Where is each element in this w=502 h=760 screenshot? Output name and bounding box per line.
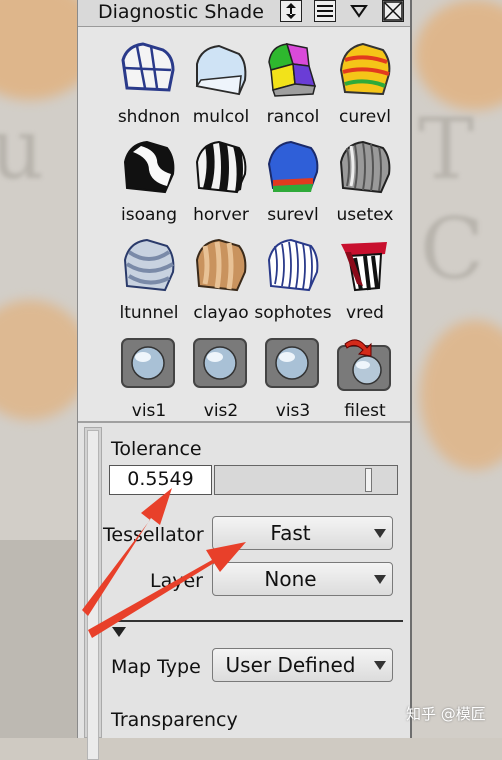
map-type-label: Map Type bbox=[111, 656, 201, 678]
slider-knob[interactable] bbox=[365, 468, 372, 492]
background-glyph: T bbox=[418, 100, 475, 198]
layer-dropdown[interactable]: None bbox=[212, 562, 393, 596]
texture-patch-icon bbox=[339, 140, 391, 194]
map-type-dropdown[interactable]: User Defined bbox=[212, 648, 393, 682]
surface-evaluate-patch-icon bbox=[267, 140, 319, 192]
zebra-stripes-patch-icon bbox=[195, 140, 247, 194]
shelf-item-sophotes[interactable]: sophotes bbox=[254, 231, 332, 329]
layer-value: None bbox=[264, 567, 317, 591]
vred-icon bbox=[341, 242, 387, 292]
shelf-item-usetex[interactable]: usetex bbox=[327, 133, 403, 231]
random-color-patch-icon bbox=[268, 43, 317, 97]
shelf-item-label: filest bbox=[344, 401, 386, 421]
shelf-item-isoang[interactable]: isoang bbox=[111, 133, 187, 231]
shelf-item-label: usetex bbox=[336, 205, 394, 225]
scrollbar-thumb[interactable] bbox=[87, 430, 99, 760]
collapse-triangle-icon[interactable] bbox=[112, 627, 126, 637]
shelf-item-vred[interactable]: vred bbox=[327, 231, 403, 329]
shader-shelf: shdnon mulcol rancol curevl isoang horve… bbox=[78, 27, 410, 421]
background-strip bbox=[0, 540, 80, 738]
chevron-down-icon bbox=[374, 661, 386, 670]
close-icon[interactable] bbox=[382, 0, 404, 22]
shelf-item-rancol[interactable]: rancol bbox=[255, 35, 331, 133]
tolerance-field[interactable]: 0.5549 bbox=[109, 465, 212, 495]
wireframe-patch-icon bbox=[121, 42, 175, 92]
tessellator-value: Fast bbox=[270, 521, 311, 545]
shelf-item-filest[interactable]: filest bbox=[327, 329, 403, 427]
window-title: Diagnostic Shade bbox=[98, 1, 264, 23]
sphere-button-icon bbox=[121, 338, 175, 388]
sphere-arrow-icon bbox=[337, 339, 391, 391]
light-tunnel-patch-icon bbox=[123, 238, 175, 292]
curvature-patch-icon bbox=[339, 42, 391, 96]
resize-vertical-icon[interactable] bbox=[280, 0, 302, 22]
shelf-item-label: vred bbox=[346, 303, 384, 323]
tessellator-dropdown[interactable]: Fast bbox=[212, 516, 393, 550]
sphere-button-icon bbox=[265, 338, 319, 388]
options-scrollbar[interactable] bbox=[84, 427, 102, 760]
shelf-item-vis3[interactable]: vis3 bbox=[255, 329, 331, 427]
shelf-item-ltunnel[interactable]: ltunnel bbox=[111, 231, 187, 329]
chevron-down-icon bbox=[374, 529, 386, 538]
background-blob bbox=[415, 0, 502, 110]
tessellator-label: Tessellator bbox=[103, 524, 204, 546]
shelf-item-curevl[interactable]: curevl bbox=[327, 35, 403, 133]
list-icon[interactable] bbox=[314, 0, 336, 22]
transparency-label: Transparency bbox=[111, 709, 238, 731]
background-glyph: C bbox=[420, 200, 485, 298]
shelf-item-clayao[interactable]: clayao bbox=[183, 231, 259, 329]
map-type-value: User Defined bbox=[225, 653, 356, 677]
tolerance-slider[interactable] bbox=[214, 465, 398, 495]
background-glyph: u bbox=[0, 100, 45, 198]
layer-label: Layer bbox=[150, 570, 203, 592]
title-bar: Diagnostic Shade bbox=[78, 0, 410, 27]
shelf-item-vis2[interactable]: vis2 bbox=[183, 329, 259, 427]
shaded-patch-icon bbox=[195, 44, 247, 96]
sphere-button-icon bbox=[193, 338, 247, 388]
isophote-patch-icon bbox=[123, 140, 175, 194]
iso-lines-patch-icon bbox=[267, 238, 319, 292]
shelf-item-horver[interactable]: horver bbox=[183, 133, 259, 231]
section-separator bbox=[106, 620, 403, 622]
chevron-down-icon bbox=[374, 575, 386, 584]
clay-patch-icon bbox=[195, 238, 247, 292]
shelf-item-surevl[interactable]: surevl bbox=[255, 133, 331, 231]
diagnostic-shade-panel: Diagnostic Shade shdnon mulcol rancol cu… bbox=[77, 0, 412, 760]
shelf-item-vis1[interactable]: vis1 bbox=[111, 329, 187, 427]
watermark-text: 知乎 @模匠 bbox=[406, 705, 486, 723]
tolerance-label: Tolerance bbox=[111, 438, 202, 460]
panel-divider bbox=[78, 421, 410, 423]
background-blob bbox=[420, 320, 502, 470]
dropdown-triangle-icon[interactable] bbox=[348, 0, 370, 22]
shelf-item-label: curevl bbox=[339, 107, 391, 127]
shelf-item-mulcol[interactable]: mulcol bbox=[183, 35, 259, 133]
shelf-item-shdnon[interactable]: shdnon bbox=[111, 35, 187, 133]
